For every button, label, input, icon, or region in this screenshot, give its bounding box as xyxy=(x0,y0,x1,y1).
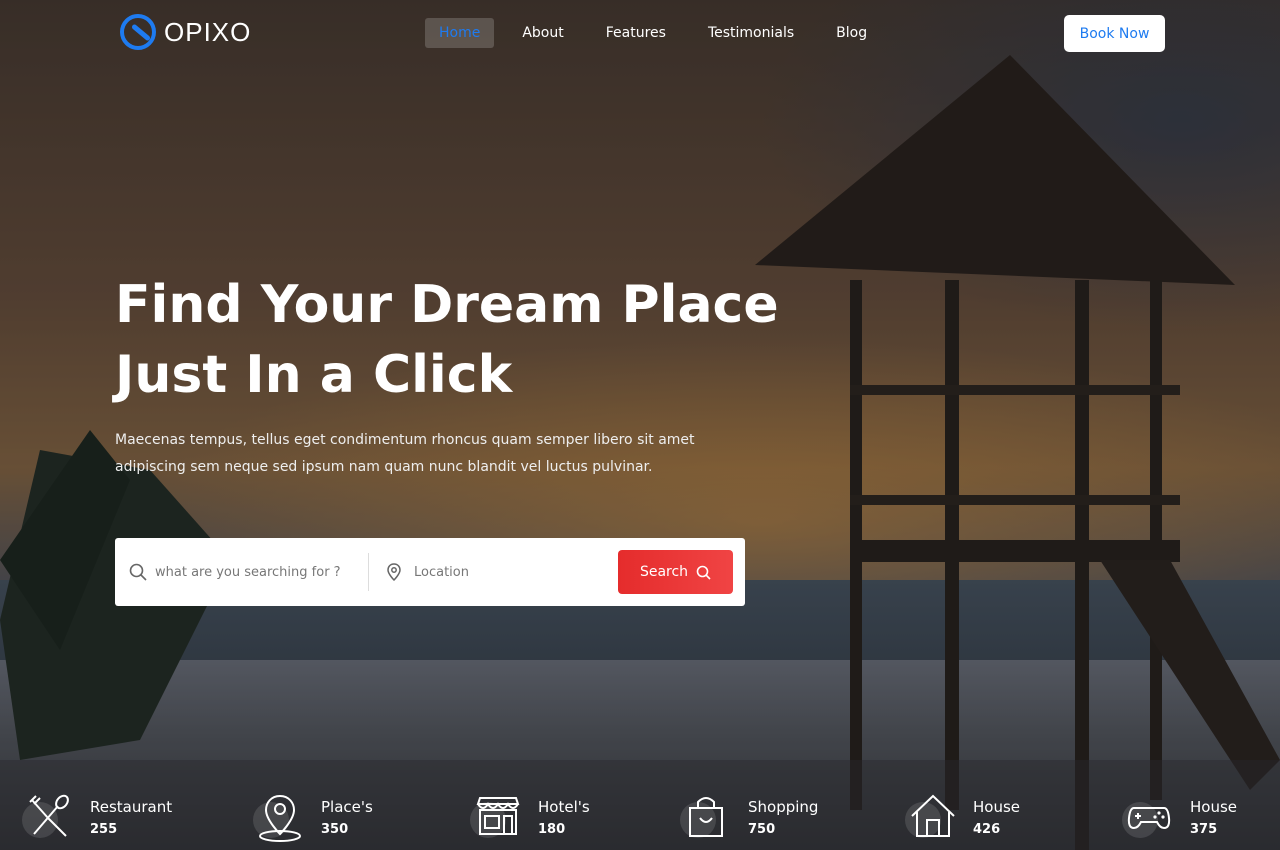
fork-spoon-icon xyxy=(22,792,76,842)
main-menu: Home About Features Testimonials Blog xyxy=(425,18,895,48)
hero-title-line1: Find Your Dream Place xyxy=(115,275,779,335)
hero-subtitle: Maecenas tempus, tellus eget condimentum… xyxy=(115,432,695,475)
top-navbar: OPIXO Home About Features Testimonials B… xyxy=(0,0,1280,66)
brand-name: OPIXO xyxy=(164,16,252,47)
category-count: 180 xyxy=(538,822,566,837)
category-count: 426 xyxy=(973,822,1001,837)
hero-title: Find Your Dream Place Just In a Click xyxy=(115,270,815,410)
book-now-button[interactable]: Book Now xyxy=(1064,15,1165,52)
nav-item-testimonials[interactable]: Testimonials xyxy=(694,18,808,48)
location-input[interactable] xyxy=(414,564,604,580)
category-name: Hotel's xyxy=(538,798,590,816)
nav-item-home[interactable]: Home xyxy=(425,18,495,48)
search-button-label: Search xyxy=(639,564,689,580)
category-house[interactable]: House 426 xyxy=(905,792,1021,842)
search-icon xyxy=(696,565,711,580)
category-name: House xyxy=(1190,798,1238,816)
nav-item-blog[interactable]: Blog xyxy=(822,18,881,48)
category-name: Place's xyxy=(321,798,373,816)
house-icon xyxy=(905,792,959,842)
category-name: House xyxy=(973,798,1021,816)
category-count: 375 xyxy=(1190,822,1218,837)
location-field xyxy=(369,538,619,606)
search-bar: Search xyxy=(115,538,745,606)
location-pin-icon xyxy=(387,563,401,581)
map-pin-icon xyxy=(253,792,307,842)
category-hotels[interactable]: Hotel's 180 xyxy=(470,792,590,842)
hero-title-line2: Just In a Click xyxy=(115,345,513,405)
search-button[interactable]: Search xyxy=(618,550,733,594)
category-name: Shopping xyxy=(748,798,819,816)
category-places[interactable]: Place's 350 xyxy=(253,792,373,842)
category-count: 350 xyxy=(321,822,349,837)
category-strip: Restaurant 255 Place's 350 Hotel's 180 S… xyxy=(0,760,1280,850)
category-name: Restaurant xyxy=(90,798,173,816)
gamepad-icon xyxy=(1122,792,1176,842)
category-shopping[interactable]: Shopping 750 xyxy=(680,792,819,842)
nav-item-features[interactable]: Features xyxy=(592,18,680,48)
category-games[interactable]: House 375 xyxy=(1122,792,1238,842)
category-restaurant[interactable]: Restaurant 255 xyxy=(22,792,173,842)
nav-item-about[interactable]: About xyxy=(508,18,577,48)
hero-background xyxy=(0,0,1280,850)
brand-logo[interactable]: OPIXO xyxy=(120,14,251,50)
category-count: 750 xyxy=(748,822,776,837)
category-count: 255 xyxy=(90,822,118,837)
search-input[interactable] xyxy=(155,564,355,580)
logo-icon xyxy=(120,14,156,50)
query-field xyxy=(115,538,368,606)
storefront-icon xyxy=(470,792,524,842)
shopping-bag-icon xyxy=(680,792,734,842)
dark-overlay xyxy=(0,0,1280,850)
search-icon xyxy=(129,563,147,581)
